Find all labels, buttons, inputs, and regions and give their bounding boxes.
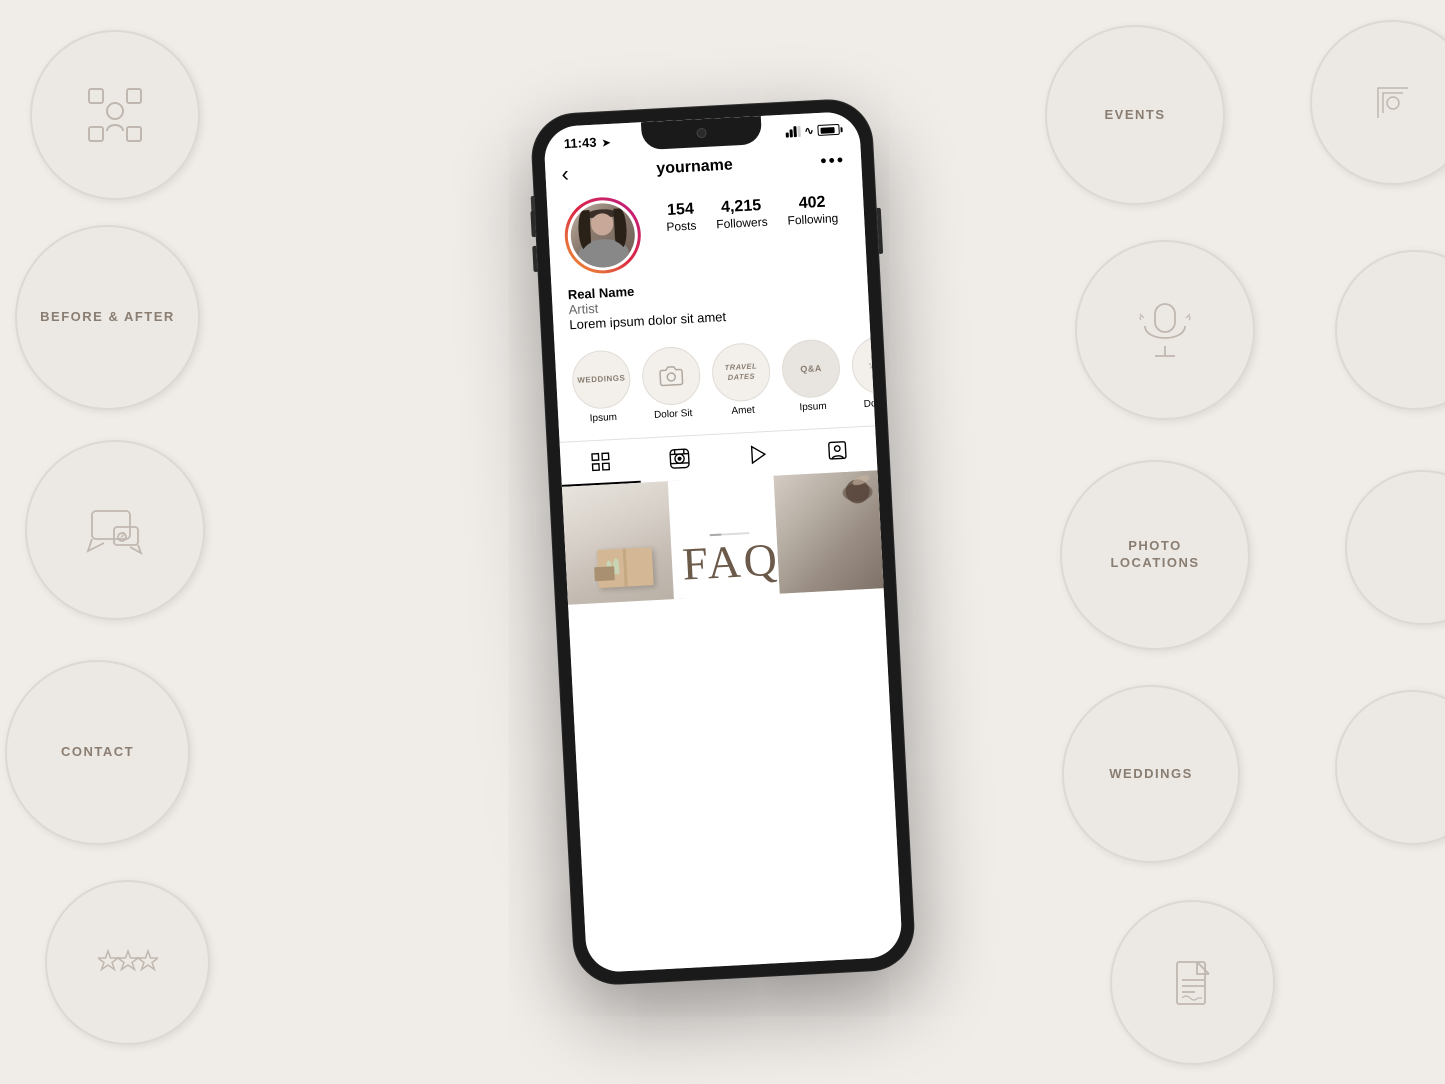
- highlight-circle-qa: Q&A: [780, 338, 841, 399]
- phone-screen: 11:43 ➤ ∿: [543, 111, 903, 973]
- stat-following[interactable]: 402 Following: [786, 193, 838, 228]
- back-button[interactable]: ‹: [560, 161, 569, 187]
- stars-icon-bl: [98, 949, 158, 977]
- circle-stars-bl: [45, 880, 210, 1045]
- circle-microphone: [1075, 240, 1255, 420]
- highlight-item-stars[interactable]: Dolor Sit: [850, 335, 874, 411]
- circle-document: [1110, 900, 1275, 1065]
- volume-up-button: [530, 211, 535, 237]
- circle-chat-question: ? ?: [25, 440, 205, 620]
- chat-question-icon: ? ?: [86, 501, 144, 559]
- time-display: 11:43 ➤: [563, 134, 610, 151]
- stat-posts[interactable]: 154 Posts: [665, 200, 697, 234]
- circle-partial-tr: [1310, 20, 1445, 185]
- more-options-button[interactable]: •••: [819, 149, 845, 171]
- highlight-qa-label: Ipsum: [799, 401, 827, 413]
- highlight-travel-text: TRAVELDATES: [724, 361, 758, 384]
- person-tag-icon: [825, 439, 848, 462]
- circle-partial-mr: [1335, 250, 1445, 410]
- username-header: yourname: [655, 156, 732, 178]
- circle-weddings-label: WEDDINGS: [1109, 766, 1193, 783]
- play-icon: [746, 443, 769, 466]
- circle-before-after-label: BEFORE & AFTER: [40, 309, 175, 326]
- document-icon: [1173, 958, 1213, 1008]
- tab-reels[interactable]: [638, 435, 719, 483]
- circle-contact[interactable]: CONTACT: [5, 660, 190, 845]
- highlight-travel-label: Amet: [731, 405, 755, 417]
- circle-weddings-r[interactable]: WEDDINGS: [1062, 685, 1240, 863]
- faq-text: FAQ: [680, 533, 780, 591]
- highlight-circle-camera: [640, 346, 701, 407]
- followers-count: 4,215: [720, 197, 761, 217]
- circle-photo-locations[interactable]: PHOTOLOCATIONS: [1060, 460, 1250, 650]
- stat-followers[interactable]: 4,215 Followers: [715, 197, 768, 232]
- face-scan-icon: [85, 85, 145, 145]
- highlight-circle-stars: [850, 335, 874, 396]
- volume-down-button: [532, 246, 537, 272]
- microphone-icon: [1139, 300, 1191, 360]
- avatar-wrapper: [562, 195, 642, 275]
- highlight-stars-label: Dolor Sit: [863, 397, 874, 410]
- profile-info-row: 154 Posts 4,215 Followers 402 Following: [546, 180, 866, 288]
- circle-face-scan: [30, 30, 200, 200]
- grid-cell-bride[interactable]: [773, 470, 897, 594]
- stars-highlight-icon: [868, 352, 875, 377]
- circle-partial-br: [1335, 690, 1445, 845]
- highlight-qa-text: Q&A: [800, 363, 822, 375]
- signal-strength: [785, 126, 801, 138]
- following-count: 402: [798, 194, 826, 213]
- tab-grid[interactable]: [559, 439, 640, 487]
- story-highlights: WEDDINGS Ipsum Dolor Sit: [554, 329, 874, 438]
- grid-icon: [588, 450, 611, 473]
- phone-body: 11:43 ➤ ∿: [530, 98, 915, 986]
- highlight-item-weddings[interactable]: WEDDINGS Ipsum: [570, 349, 632, 425]
- tab-tagged[interactable]: [796, 426, 877, 474]
- circle-partial-r3: [1345, 470, 1445, 625]
- phone-mockup: 11:43 ➤ ∿: [530, 98, 915, 986]
- followers-label: Followers: [715, 215, 767, 232]
- partial-icon-tr: [1368, 78, 1418, 128]
- highlight-item-qa[interactable]: Q&A Ipsum: [780, 338, 842, 414]
- highlight-weddings-label: Ipsum: [589, 412, 617, 424]
- highlight-item-travel[interactable]: TRAVELDATES Amet: [710, 342, 772, 418]
- stats-row: 154 Posts 4,215 Followers 402 Following: [654, 185, 848, 235]
- posts-label: Posts: [666, 218, 697, 234]
- highlight-circle-weddings: WEDDINGS: [570, 349, 631, 410]
- tab-video[interactable]: [717, 431, 798, 479]
- circle-before-after[interactable]: BEFORE & AFTER: [15, 225, 200, 410]
- avatar: [569, 202, 636, 269]
- highlight-camera-label: Dolor Sit: [653, 408, 692, 421]
- highlight-item-camera[interactable]: Dolor Sit: [640, 346, 702, 422]
- reels-icon: [667, 447, 690, 470]
- svg-text:?: ?: [119, 532, 123, 542]
- photo-grid: FAQ: [561, 470, 883, 604]
- grid-cell-faq[interactable]: FAQ: [667, 475, 791, 599]
- location-arrow: ➤: [601, 138, 610, 149]
- highlight-weddings-text: WEDDINGS: [577, 374, 625, 386]
- circle-contact-label: CONTACT: [61, 744, 134, 761]
- posts-count: 154: [666, 201, 694, 220]
- grid-cell-book[interactable]: [561, 481, 685, 605]
- camera-icon: [658, 363, 683, 388]
- following-label: Following: [787, 211, 838, 228]
- wifi-icon: ∿: [804, 124, 814, 137]
- battery-icon: [817, 124, 840, 136]
- status-icons: ∿: [785, 123, 840, 139]
- front-camera: [696, 128, 707, 139]
- instagram-profile: ‹ yourname •••: [544, 138, 902, 973]
- highlight-circle-travel: TRAVELDATES: [710, 342, 771, 403]
- circle-photo-locations-label: PHOTOLOCATIONS: [1110, 538, 1199, 572]
- circle-events-label: EVENTS: [1104, 107, 1165, 124]
- circle-events[interactable]: EVENTS: [1045, 25, 1225, 205]
